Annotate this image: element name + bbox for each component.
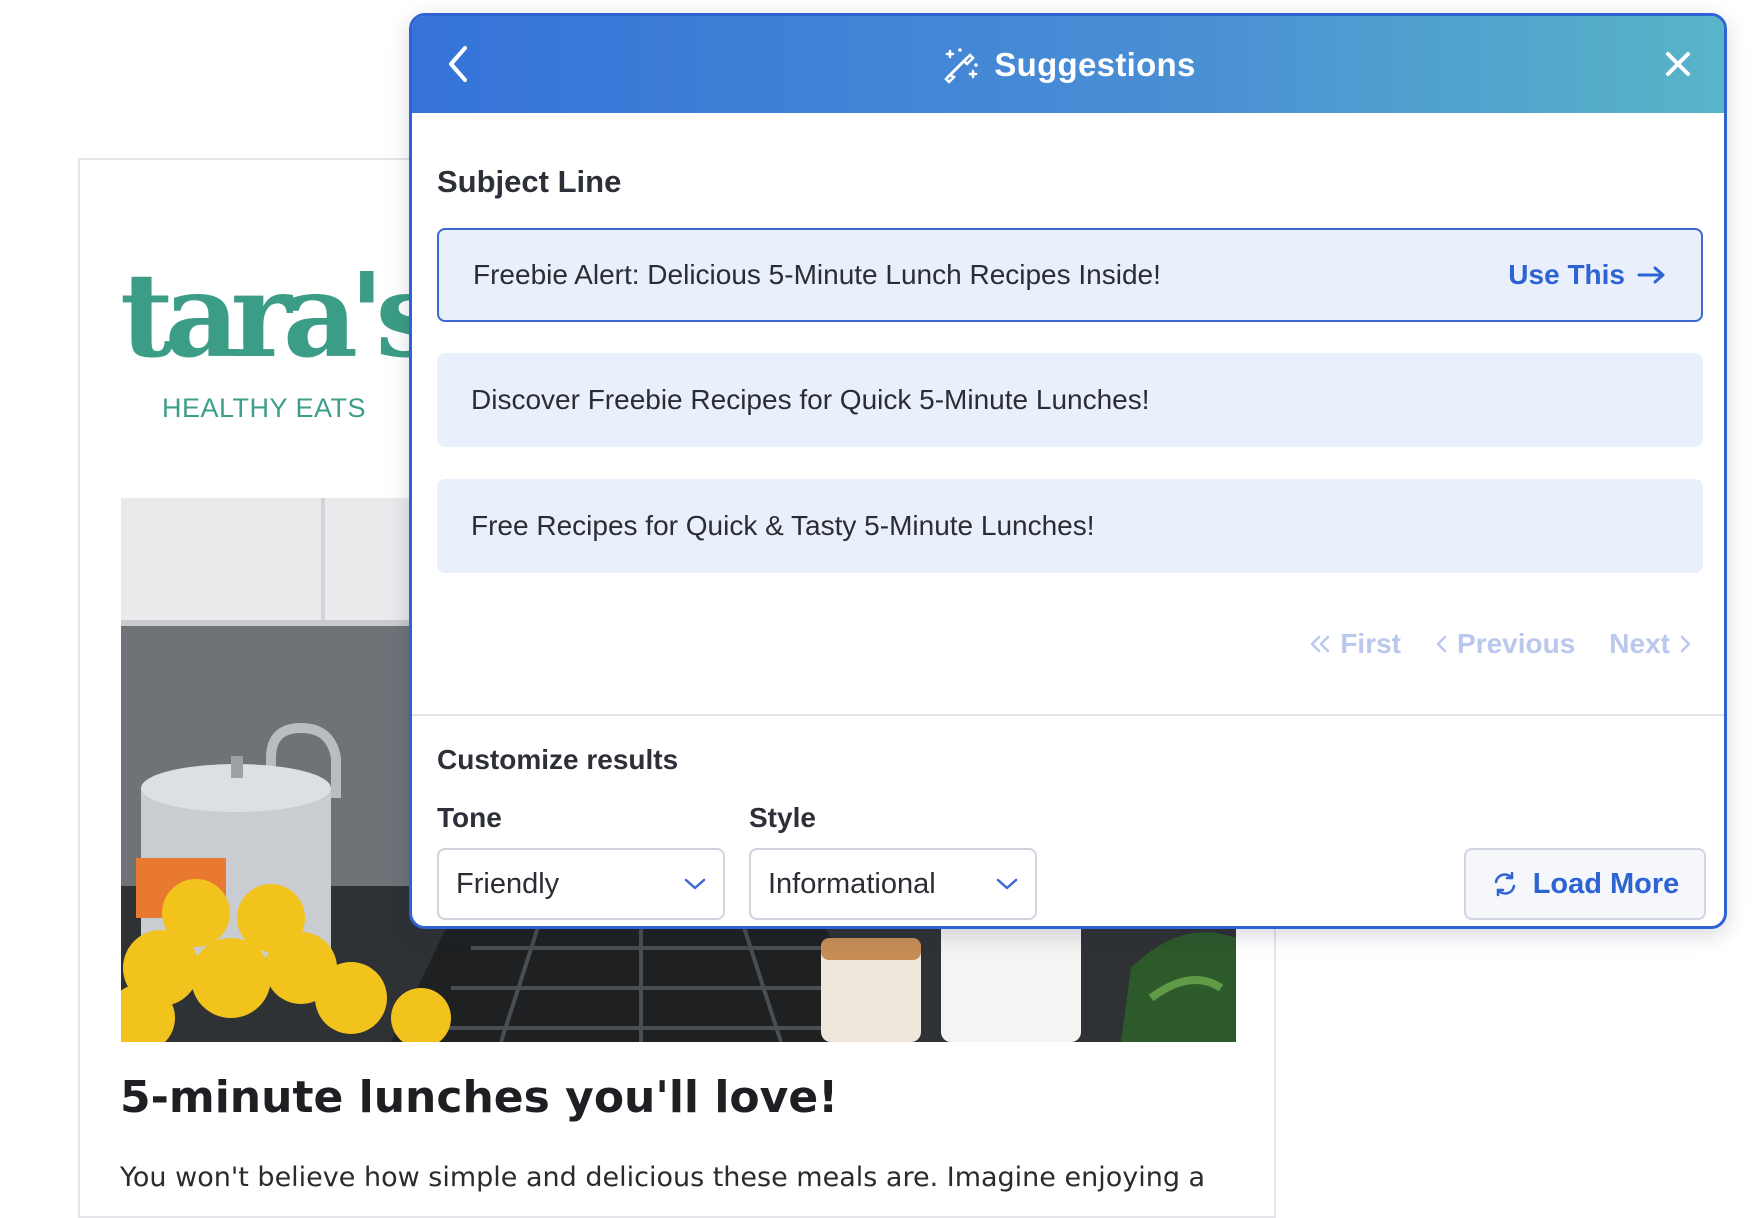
tone-select[interactable]: Friendly xyxy=(437,848,725,920)
chevron-left-icon xyxy=(449,46,467,82)
style-label: Style xyxy=(749,802,816,833)
refresh-icon xyxy=(1494,871,1515,897)
email-heading: 5-minute lunches you'll love! xyxy=(120,1072,839,1123)
suggestion-item-2[interactable]: Discover Freebie Recipes for Quick 5-Min… xyxy=(437,353,1703,447)
magic-wand-icon xyxy=(944,47,979,84)
use-this-button[interactable]: Use This xyxy=(1508,259,1667,291)
suggestion-item-1[interactable]: Freebie Alert: Delicious 5-Minute Lunch … xyxy=(437,228,1703,322)
suggestion-text: Discover Freebie Recipes for Quick 5-Min… xyxy=(471,384,1150,415)
arrow-right-icon xyxy=(1637,266,1665,284)
style-value: Informational xyxy=(768,867,936,900)
double-chevron-left-icon xyxy=(1311,635,1330,653)
tone-label: Tone xyxy=(437,802,502,833)
tone-value: Friendly xyxy=(456,867,560,900)
logo-tagline: HEALTHY EATS xyxy=(162,393,367,423)
previous-label: Previous xyxy=(1457,628,1576,659)
chevron-right-icon xyxy=(1680,635,1691,653)
style-select[interactable]: Informational xyxy=(749,848,1037,920)
back-button[interactable] xyxy=(432,38,484,90)
close-icon xyxy=(1666,52,1690,76)
next-label: Next xyxy=(1609,628,1670,659)
chevron-down-icon xyxy=(996,878,1018,890)
close-button[interactable] xyxy=(1652,38,1704,90)
suggestion-text: Freebie Alert: Delicious 5-Minute Lunch … xyxy=(473,259,1161,290)
panel-header: Suggestions xyxy=(412,16,1724,113)
email-body-text: You won't believe how simple and delicio… xyxy=(120,1162,1206,1193)
header-title-group: Suggestions xyxy=(412,16,1724,113)
chevron-left-icon xyxy=(1436,635,1447,653)
next-page-button[interactable]: Next xyxy=(1609,628,1692,660)
brand-logo: tara's HEALTHY EATS xyxy=(120,258,441,428)
previous-page-button[interactable]: Previous xyxy=(1435,628,1575,660)
pagination: First Previous Next xyxy=(1308,628,1692,660)
section-title: Subject Line xyxy=(437,164,622,199)
section-divider xyxy=(412,714,1724,716)
logo-wordmark: tara's xyxy=(120,248,441,384)
chevron-down-icon xyxy=(684,878,706,890)
first-page-button[interactable]: First xyxy=(1308,628,1401,660)
first-label: First xyxy=(1340,628,1402,659)
load-more-label: Load More xyxy=(1532,867,1680,900)
suggestion-text: Free Recipes for Quick & Tasty 5-Minute … xyxy=(471,510,1095,541)
customize-title: Customize results xyxy=(437,744,679,775)
load-more-button[interactable]: Load More xyxy=(1464,848,1706,920)
suggestions-panel: Suggestions Subject Line Freebie Alert: … xyxy=(409,13,1727,929)
suggestion-item-3[interactable]: Free Recipes for Quick & Tasty 5-Minute … xyxy=(437,479,1703,573)
panel-title: Suggestions xyxy=(994,45,1196,83)
use-this-label: Use This xyxy=(1508,259,1625,290)
